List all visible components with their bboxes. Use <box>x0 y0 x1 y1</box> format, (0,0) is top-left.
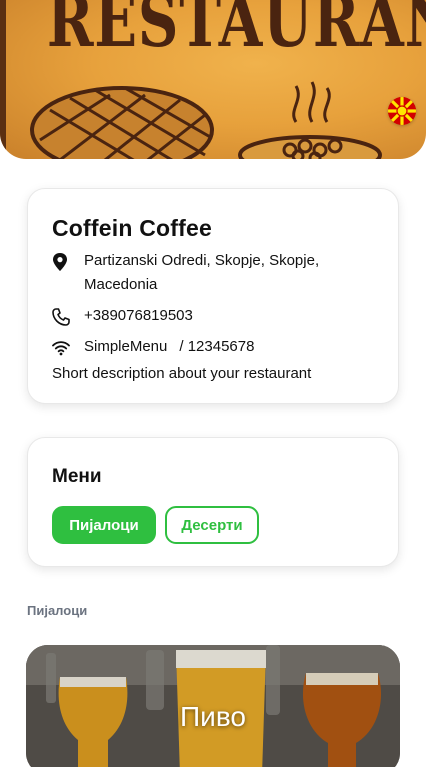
wifi-password: / 12345678 <box>179 338 255 355</box>
location-pin-icon <box>52 252 84 272</box>
menu-card: Мени Пијалоци Десерти <box>27 437 399 567</box>
phone-icon <box>52 307 84 327</box>
section-heading: Пијалоци <box>27 603 88 618</box>
macedonia-flag-icon[interactable] <box>388 97 416 125</box>
category-title: Пиво <box>180 701 246 732</box>
tab-desserts-button[interactable]: Десерти <box>165 506 259 544</box>
restaurant-name: Coffein Coffee <box>52 215 212 241</box>
restaurant-info-card: Coffein Coffee Partizanski Odredi, Skopj… <box>27 188 399 404</box>
phone-row[interactable]: +389076819503 <box>52 307 374 328</box>
phone-number[interactable]: +389076819503 <box>84 304 193 328</box>
hero-banner: RESTAURANT <box>0 0 426 159</box>
restaurant-description: Short description about your restaurant <box>52 365 312 382</box>
category-card-beer[interactable]: Пиво <box>26 645 400 767</box>
address-row: Partizanski Odredi, Skopje, Skopje, Mace… <box>52 252 374 297</box>
hero-frame <box>0 0 6 159</box>
address-text: Partizanski Odredi, Skopje, Skopje, Mace… <box>84 252 320 293</box>
wifi-icon <box>52 338 84 358</box>
wifi-name: SimpleMenu <box>84 338 168 355</box>
tab-drinks-button[interactable]: Пијалоци <box>52 506 156 544</box>
menu-tabs: Пијалоци Десерти <box>52 506 374 544</box>
menu-title: Мени <box>52 466 102 487</box>
wifi-row: SimpleMenu / 12345678 <box>52 338 374 359</box>
hero-title: RESTAURANT <box>46 0 426 63</box>
